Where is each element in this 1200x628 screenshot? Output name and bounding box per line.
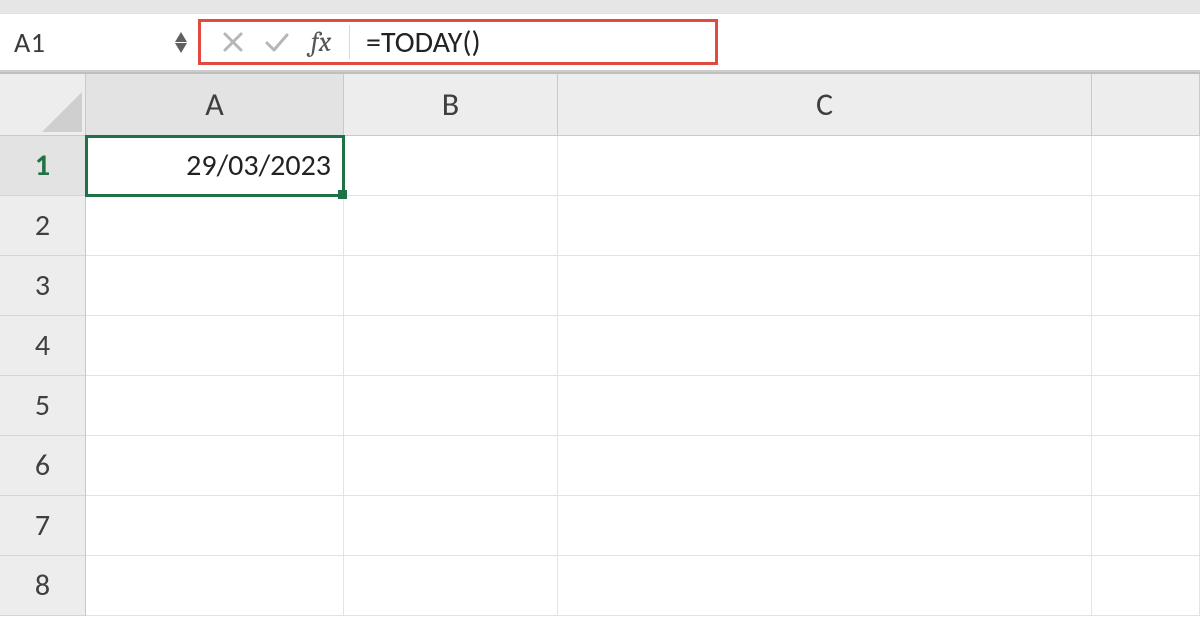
check-icon	[264, 31, 290, 53]
stepper-down-icon[interactable]	[175, 43, 187, 53]
table-row: 1 29/03/2023	[0, 136, 1200, 196]
table-row: 5	[0, 376, 1200, 436]
cell-B2[interactable]	[344, 196, 558, 256]
stepper-up-icon[interactable]	[175, 32, 187, 42]
cell-B3[interactable]	[344, 256, 558, 316]
x-icon	[222, 31, 244, 53]
cell-C8[interactable]	[558, 556, 1092, 616]
row-header-8[interactable]: 8	[0, 556, 86, 616]
cell-B4[interactable]	[344, 316, 558, 376]
table-row: 7	[0, 496, 1200, 556]
cell-B1[interactable]	[344, 136, 558, 196]
table-row: 4	[0, 316, 1200, 376]
insert-function-button[interactable]: fx	[299, 22, 343, 62]
cell-D3[interactable]	[1092, 256, 1200, 316]
spreadsheet-app: A1 fx =TODAY()	[0, 0, 1200, 628]
row-header-7[interactable]: 7	[0, 496, 86, 556]
cell-C3[interactable]	[558, 256, 1092, 316]
rows: 1 29/03/2023 2 3	[0, 136, 1200, 616]
formula-bar: A1 fx =TODAY()	[0, 14, 1200, 72]
cell-A8[interactable]	[86, 556, 344, 616]
column-header-B[interactable]: B	[344, 74, 558, 135]
cell-B5[interactable]	[344, 376, 558, 436]
table-row: 2	[0, 196, 1200, 256]
table-row: 8	[0, 556, 1200, 616]
cell-A2[interactable]	[86, 196, 344, 256]
cell-D8[interactable]	[1092, 556, 1200, 616]
cancel-button[interactable]	[211, 22, 255, 62]
cell-B8[interactable]	[344, 556, 558, 616]
cell-D6[interactable]	[1092, 436, 1200, 496]
select-all-triangle-icon	[42, 92, 82, 132]
row-header-5[interactable]: 5	[0, 376, 86, 436]
cell-C2[interactable]	[558, 196, 1092, 256]
cell-value: 29/03/2023	[186, 147, 331, 184]
name-box-wrap[interactable]: A1	[0, 14, 170, 70]
column-headers: A B C	[0, 74, 1200, 136]
select-all-corner[interactable]	[0, 74, 86, 135]
row-header-3[interactable]: 3	[0, 256, 86, 316]
name-box-stepper[interactable]	[170, 14, 192, 70]
separator	[349, 25, 350, 59]
table-row: 6	[0, 436, 1200, 496]
cell-D2[interactable]	[1092, 196, 1200, 256]
cell-D7[interactable]	[1092, 496, 1200, 556]
cell-D5[interactable]	[1092, 376, 1200, 436]
fx-icon: fx	[305, 26, 337, 58]
table-row: 3	[0, 256, 1200, 316]
cell-D1[interactable]	[1092, 136, 1200, 196]
cell-C6[interactable]	[558, 436, 1092, 496]
cell-C5[interactable]	[558, 376, 1092, 436]
cell-B7[interactable]	[344, 496, 558, 556]
cell-C7[interactable]	[558, 496, 1092, 556]
row-header-2[interactable]: 2	[0, 196, 86, 256]
cell-A1[interactable]: 29/03/2023	[86, 136, 344, 196]
row-header-1[interactable]: 1	[0, 136, 86, 196]
formula-input-group: fx =TODAY()	[198, 19, 718, 65]
fill-handle[interactable]	[338, 190, 347, 199]
cell-A5[interactable]	[86, 376, 344, 436]
row-header-4[interactable]: 4	[0, 316, 86, 376]
cell-A4[interactable]	[86, 316, 344, 376]
cell-D4[interactable]	[1092, 316, 1200, 376]
row-header-6[interactable]: 6	[0, 436, 86, 496]
enter-button[interactable]	[255, 22, 299, 62]
window-top-strip	[0, 0, 1200, 14]
name-box[interactable]: A1	[14, 25, 45, 60]
cell-B6[interactable]	[344, 436, 558, 496]
formula-input[interactable]: =TODAY()	[356, 22, 709, 62]
cell-A6[interactable]	[86, 436, 344, 496]
cell-A7[interactable]	[86, 496, 344, 556]
cell-A3[interactable]	[86, 256, 344, 316]
column-header-next[interactable]	[1092, 74, 1200, 135]
column-header-A[interactable]: A	[86, 74, 344, 135]
cell-C4[interactable]	[558, 316, 1092, 376]
cell-C1[interactable]	[558, 136, 1092, 196]
grid: A B C 1 29/03/2023 2	[0, 72, 1200, 628]
column-header-C[interactable]: C	[558, 74, 1092, 135]
